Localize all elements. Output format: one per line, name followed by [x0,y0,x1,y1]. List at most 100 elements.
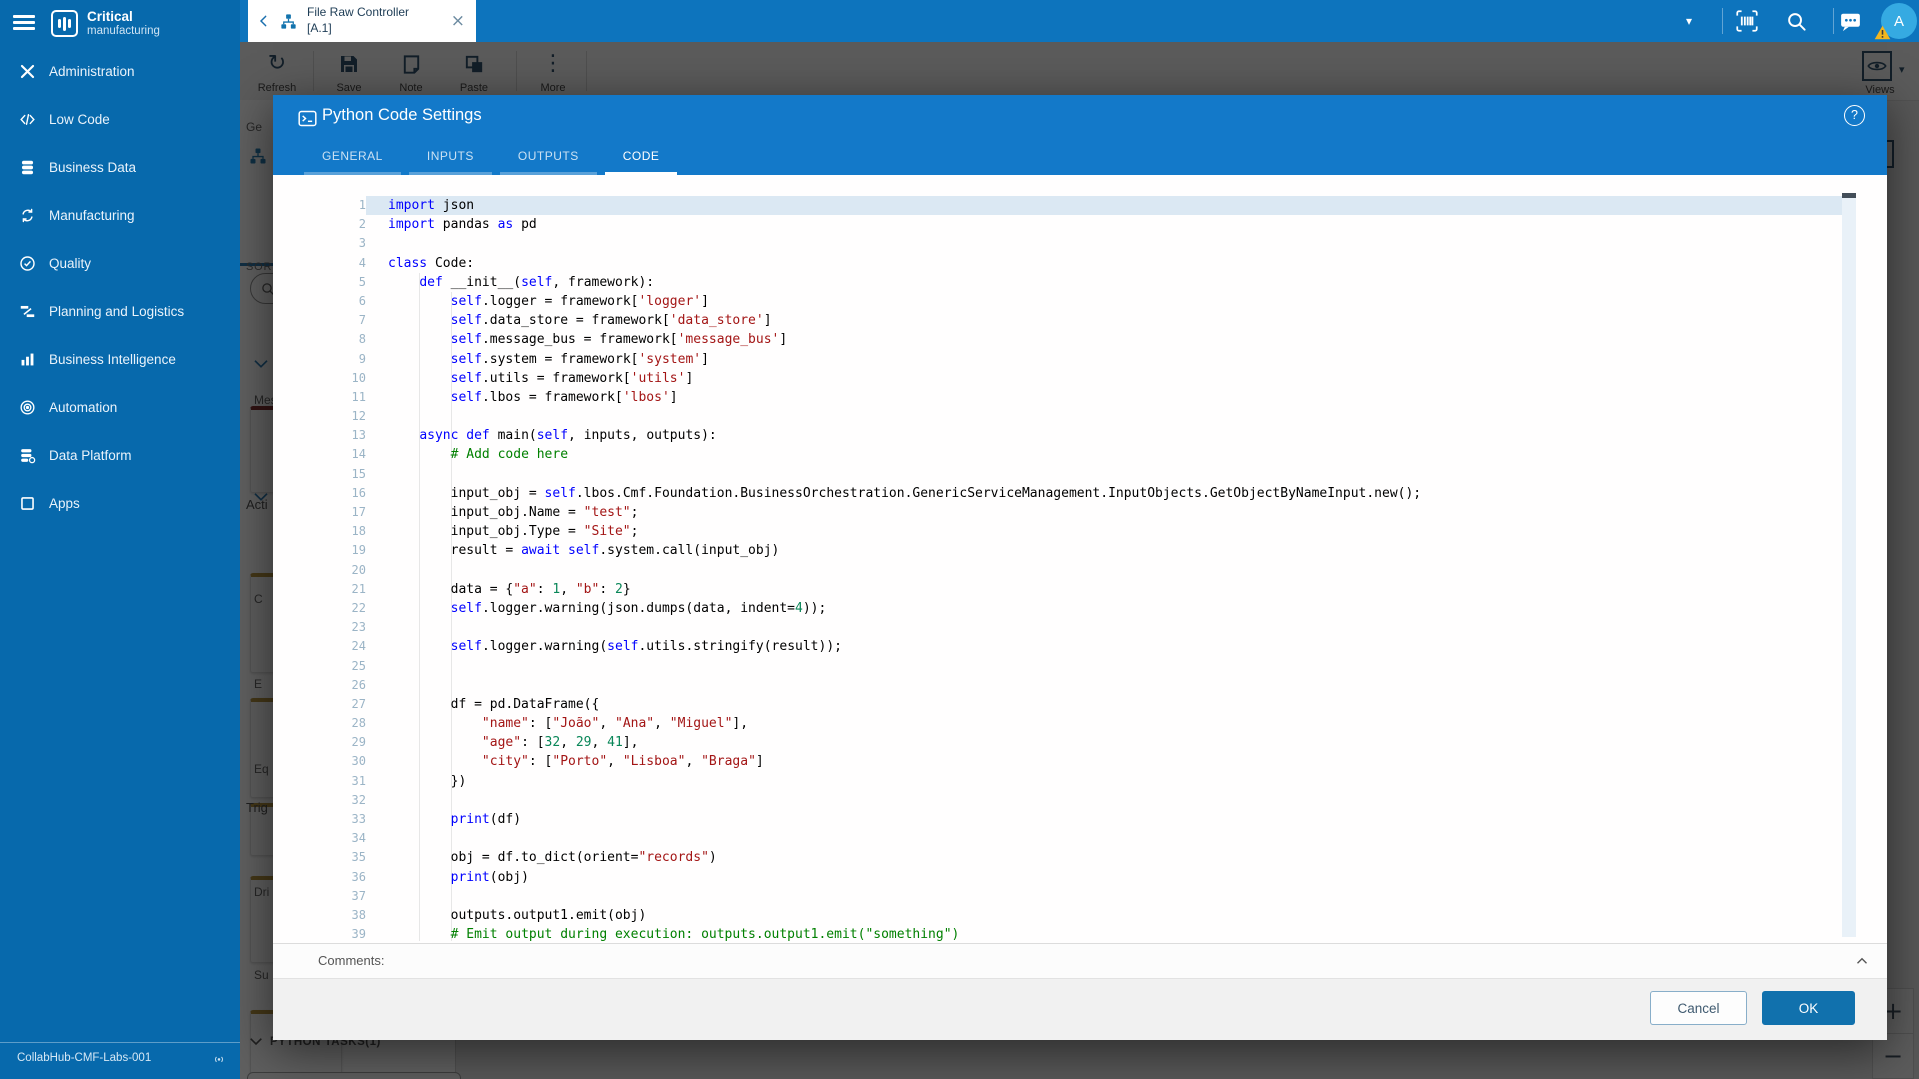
topbar-separator [1722,8,1723,34]
code-line: 9 self.system = framework['system'] [273,350,1856,369]
tab-code[interactable]: CODE [604,140,678,175]
sidebar-item-manufacturing[interactable]: Manufacturing [0,191,240,239]
line-number: 13 [351,428,366,443]
line-number: 15 [351,466,366,481]
sidebar-item-label: Low Code [49,111,110,127]
line-number: 11 [351,389,366,404]
code-line: 13 async def main(self, inputs, outputs)… [273,426,1856,445]
menu-icon[interactable] [13,15,35,31]
sidebar-item-quality[interactable]: Quality [0,239,240,287]
line-number: 19 [351,543,366,558]
code-text: "name": ["João", "Ana", "Miguel"], [481,716,749,732]
topbar-separator [1833,8,1834,34]
code-text: self.logger.warning(json.dumps(data, ind… [450,600,827,616]
ok-button[interactable]: OK [1762,991,1855,1025]
line-number: 4 [358,255,366,270]
code-line: 33 print(df) [273,810,1856,829]
code-text: self.logger = framework['logger'] [450,293,709,309]
sidebar-item-apps[interactable]: Apps [0,479,240,527]
tab-general[interactable]: GENERAL [304,140,401,175]
sidebar-item-label: Business Data [49,159,137,175]
code-text: print(df) [450,812,522,827]
tab-file-raw-controller[interactable]: File Raw Controller [A.1] × [248,0,476,42]
automation-icon [15,395,39,419]
code-line: 27 df = pd.DataFrame({ [273,695,1856,714]
code-text: # Emit output during execution: outputs.… [450,927,960,943]
search-icon[interactable] [1785,0,1808,42]
sidebar-item-data-platform[interactable]: Data Platform [0,431,240,479]
dialog-tabs: GENERAL INPUTS OUTPUTS CODE [304,140,678,175]
database-icon [15,155,39,179]
sidebar-item-label: Quality [49,255,92,271]
planning-icon [15,299,39,323]
tab-title: File Raw Controller [A.1] [307,5,410,35]
code-line: 21 data = {"a": 1, "b": 2} [273,580,1856,599]
sidebar-item-label: Apps [49,495,80,511]
logo-subtitle: manufacturing [87,24,160,37]
back-chevron-icon[interactable] [256,13,272,29]
code-line: 4 class Code: [273,254,1856,273]
help-icon[interactable]: ? [1844,105,1865,126]
line-number: 31 [351,773,366,788]
bar-chart-icon [15,347,39,371]
scrollbar-thumb[interactable] [1842,195,1856,937]
tab-inputs[interactable]: INPUTS [408,140,492,175]
chat-icon[interactable] [1838,0,1863,42]
code-text: "age": [32, 29, 41], [481,735,639,751]
line-number: 18 [351,524,366,539]
barcode-scanner-icon[interactable] [1734,0,1760,42]
tab-outputs[interactable]: OUTPUTS [499,140,597,175]
sidebar-item-low-code[interactable]: Low Code [0,95,240,143]
python-code-settings-dialog: Python Code Settings ? GENERAL INPUTS OUTP… [273,95,1887,1040]
code-line: 15 [273,465,1856,484]
code-line: 2 import pandas as pd [273,215,1856,234]
caret-down-icon[interactable]: ▾ [1686,0,1692,42]
critical-manufacturing-logo: Critical manufacturing [51,10,160,37]
code-line: 31 }) [273,772,1856,791]
line-number: 34 [351,831,366,846]
line-number: 35 [351,850,366,865]
sidebar-item-business-intelligence[interactable]: Business Intelligence [0,335,240,383]
code-line: 22 self.logger.warning(json.dumps(data, … [273,599,1856,618]
line-number: 2 [358,217,366,232]
line-number: 28 [351,716,366,731]
code-text: async def main(self, inputs, outputs): [419,428,717,444]
user-avatar[interactable]: A [1881,3,1917,39]
code-editor[interactable]: 1 import json 2 import pandas as pd 3 4 class … [273,175,1887,943]
code-text: import json [366,196,1856,216]
code-text: result = await self.system.call(input_ob… [388,543,780,559]
cancel-button[interactable]: Cancel [1650,991,1747,1025]
sidebar-item-automation[interactable]: Automation [0,383,240,431]
code-lines: 1 import json 2 import pandas as pd 3 4 class … [273,196,1856,943]
chevron-up-icon[interactable] [1853,952,1871,970]
code-line: 30 "city": ["Porto", "Lisboa", "Braga"] [273,752,1856,771]
line-number: 37 [351,888,366,903]
code-line: 28 "name": ["João", "Ana", "Miguel"], [273,714,1856,733]
editor-scrollbar[interactable] [1842,175,1856,943]
comments-section[interactable]: Comments: [273,943,1887,979]
logo-icon [51,10,78,37]
code-text: self.logger.warning(self.utils.stringify… [450,639,842,655]
close-tab-icon[interactable]: × [451,12,465,30]
code-text: input_obj.Type = "Site"; [388,524,639,540]
code-line: 3 [273,234,1856,253]
code-line: 8 self.message_bus = framework['message_… [273,330,1856,349]
code-line: 5 def __init__(self, framework): [273,273,1856,292]
apps-icon [15,491,39,515]
sidebar-item-business-data[interactable]: Business Data [0,143,240,191]
line-number: 29 [351,735,366,750]
line-number: 27 [351,696,366,711]
sidebar-item-administration[interactable]: Administration [0,47,240,95]
line-number: 22 [351,600,366,615]
code-line: 39 # Emit output during execution: outpu… [273,925,1856,943]
sidebar-item-planning-and-logistics[interactable]: Planning and Logistics [0,287,240,335]
line-number: 32 [351,792,366,807]
sidebar-item-label: Administration [49,63,135,79]
code-text: df = pd.DataFrame({ [388,696,600,712]
